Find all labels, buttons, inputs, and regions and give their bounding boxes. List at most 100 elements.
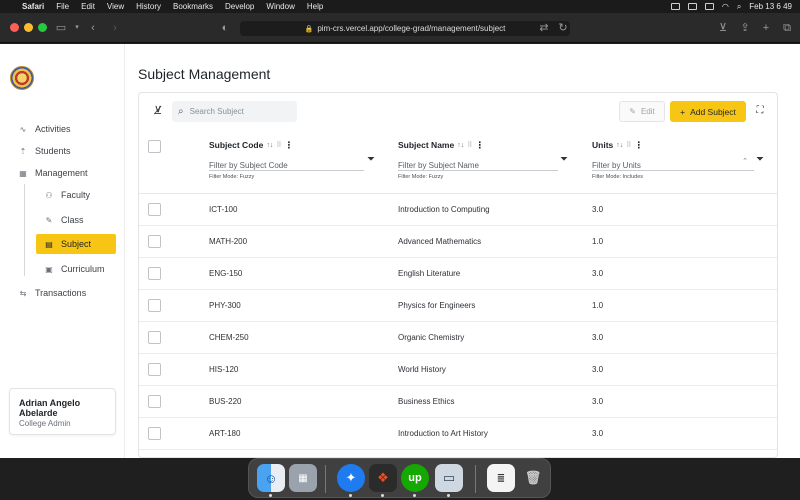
column-menu-icon[interactable]: ⋮ — [284, 140, 293, 151]
zoom-window-button[interactable] — [38, 23, 47, 32]
menu-history[interactable]: History — [136, 2, 161, 11]
close-window-button[interactable] — [10, 23, 19, 32]
clear-filters-icon[interactable]: ⊻̸ — [151, 104, 165, 118]
table-row[interactable]: ART-180 Introduction to Art History 3.0 — [139, 418, 777, 450]
table-row[interactable]: ICT-100 Introduction to Computing 3.0 — [139, 194, 777, 226]
cell-subject-name: Physics for Engineers — [398, 301, 476, 310]
column-title[interactable]: Subject Name — [398, 140, 454, 150]
menu-window[interactable]: Window — [266, 2, 294, 11]
table-row[interactable]: MATH-200 Advanced Mathematics 1.0 — [139, 226, 777, 258]
chevron-updown-icon[interactable]: ⌃ — [742, 157, 748, 165]
filter-units-select[interactable] — [592, 158, 754, 173]
user-card[interactable]: Adrian Angelo Abelarde College Admin — [9, 388, 116, 435]
filter-mode-icon[interactable]: ⏷ — [560, 154, 568, 165]
filter-subject-code-input[interactable] — [209, 158, 364, 173]
search-icon[interactable]: ⌕ — [737, 2, 741, 12]
status-icon[interactable] — [670, 3, 680, 10]
address-bar[interactable]: 🔒 pim-crs.vercel.app/college-grad/manage… — [240, 21, 570, 36]
menu-bar: Safari File Edit View History Bookmarks … — [0, 0, 800, 13]
sidebar-item-activities[interactable]: ∿ Activities — [18, 121, 71, 137]
status-icon[interactable] — [687, 3, 697, 10]
back-icon[interactable]: ‹ — [86, 21, 100, 35]
table-row[interactable]: CHEM-250 Organic Chemistry 3.0 — [139, 322, 777, 354]
running-indicator — [413, 494, 416, 497]
launchpad-icon[interactable]: ▦ — [289, 464, 317, 492]
students-icon: ⇡ — [19, 146, 27, 156]
sidebar-item-transactions[interactable]: ⇆ Transactions — [18, 285, 87, 301]
running-indicator — [349, 494, 352, 497]
privacy-shield-icon[interactable]: ◐ — [218, 21, 232, 35]
sidebar-item-faculty[interactable]: ⚇ Faculty — [36, 185, 116, 205]
finder-icon[interactable]: ☺ — [257, 464, 285, 492]
document-icon[interactable]: ≣ — [487, 464, 515, 492]
tab-overview-icon[interactable]: ⧉ — [780, 21, 794, 35]
sidebar-item-curriculum[interactable]: ▣ Curriculum — [36, 259, 116, 279]
row-checkbox[interactable] — [148, 235, 161, 248]
select-all-checkbox[interactable] — [148, 140, 161, 153]
table-row[interactable]: PHY-300 Physics for Engineers 1.0 — [139, 290, 777, 322]
tree-connector — [24, 184, 25, 276]
reload-icon[interactable]: ↻ — [556, 21, 570, 35]
figma-icon[interactable]: ❖ — [369, 464, 397, 492]
sort-icon[interactable]: ↑↓ — [616, 142, 623, 149]
drag-handle-icon[interactable]: ⠿ — [276, 141, 281, 149]
filter-mode-label: Filter Mode: Fuzzy — [209, 174, 255, 180]
menu-edit[interactable]: Edit — [81, 2, 95, 11]
sort-icon[interactable]: ↑↓ — [266, 142, 273, 149]
row-checkbox[interactable] — [148, 267, 161, 280]
row-checkbox[interactable] — [148, 427, 161, 440]
chevron-down-icon[interactable]: ▾ — [70, 21, 84, 35]
upwork-icon[interactable]: up — [401, 464, 429, 492]
sidebar-item-subject[interactable]: ▤ Subject — [36, 234, 116, 254]
filter-mode-icon[interactable]: ⏷ — [756, 154, 764, 165]
sidebar-toggle-icon[interactable]: ▭ — [54, 21, 68, 35]
row-checkbox[interactable] — [148, 299, 161, 312]
drag-handle-icon[interactable]: ⠿ — [467, 141, 472, 149]
table-row[interactable]: ENG-150 English Literature 3.0 — [139, 258, 777, 290]
sidebar-item-management[interactable]: ▦ Management — [18, 165, 87, 181]
new-tab-icon[interactable]: + — [759, 21, 773, 35]
menu-help[interactable]: Help — [307, 2, 323, 11]
preview-icon[interactable]: ▭ — [435, 464, 463, 492]
menu-app-name[interactable]: Safari — [22, 2, 44, 11]
column-title[interactable]: Subject Code — [209, 140, 263, 150]
drag-handle-icon[interactable]: ⠿ — [626, 141, 631, 149]
row-checkbox[interactable] — [148, 203, 161, 216]
menu-bookmarks[interactable]: Bookmarks — [173, 2, 213, 11]
column-subject-name: Subject Name ↑↓ ⠿ ⋮ ⏷ Filter Mode: Fuzzy — [398, 139, 573, 189]
add-subject-button[interactable]: + Add Subject — [670, 101, 746, 122]
sort-icon[interactable]: ↑↓ — [457, 142, 464, 149]
search-box[interactable]: ⌕ — [172, 101, 297, 122]
share-icon[interactable]: ⇪ — [738, 21, 752, 35]
clock[interactable]: Feb 13 6 49 — [749, 2, 792, 11]
menu-file[interactable]: File — [56, 2, 69, 11]
menu-develop[interactable]: Develop — [225, 2, 254, 11]
row-checkbox[interactable] — [148, 331, 161, 344]
sidebar-item-class[interactable]: ✎ Class — [36, 210, 116, 230]
column-menu-icon[interactable]: ⋮ — [634, 140, 643, 151]
column-title[interactable]: Units — [592, 140, 613, 150]
table-row[interactable]: HIS-120 World History 3.0 — [139, 354, 777, 386]
status-icon[interactable] — [704, 3, 714, 10]
translate-icon[interactable]: ⇄ — [537, 21, 551, 35]
downloads-icon[interactable]: ⊻ — [716, 21, 730, 35]
cell-units: 1.0 — [592, 237, 604, 246]
edit-icon: ✎ — [629, 107, 636, 116]
row-checkbox[interactable] — [148, 395, 161, 408]
sidebar-item-students[interactable]: ⇡ Students — [18, 143, 71, 159]
filter-mode-icon[interactable]: ⏷ — [367, 154, 375, 165]
cell-subject-name: Introduction to Art History — [398, 429, 488, 438]
edit-button[interactable]: ✎ Edit — [619, 101, 665, 122]
table-row[interactable]: BUS-220 Business Ethics 3.0 — [139, 386, 777, 418]
filter-subject-name-input[interactable] — [398, 158, 558, 173]
minimize-window-button[interactable] — [24, 23, 33, 32]
forward-icon[interactable]: › — [108, 21, 122, 35]
wifi-icon[interactable]: ◠ — [722, 2, 729, 11]
trash-icon[interactable]: 🗑 — [519, 464, 547, 492]
fullscreen-icon[interactable]: ⛶ — [754, 105, 766, 117]
safari-icon[interactable]: ✦ — [337, 464, 365, 492]
search-input[interactable] — [189, 107, 290, 116]
row-checkbox[interactable] — [148, 363, 161, 376]
menu-view[interactable]: View — [107, 2, 124, 11]
column-menu-icon[interactable]: ⋮ — [475, 140, 484, 151]
